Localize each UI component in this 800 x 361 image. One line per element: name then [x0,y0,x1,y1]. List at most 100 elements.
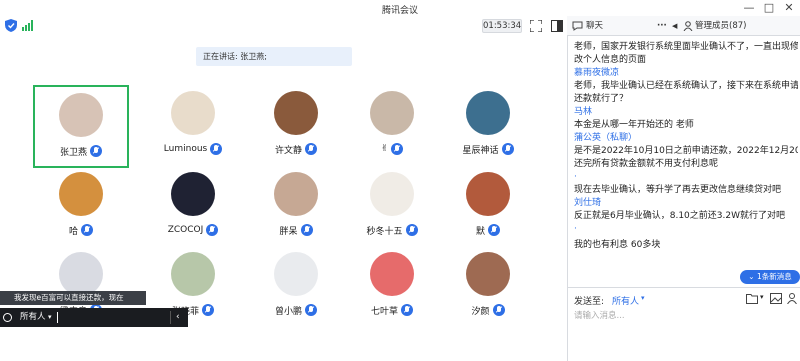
participant-name: 汐颜 [471,306,490,317]
participant-name: 默 [475,226,485,237]
participant-name: ZCOCOJ [167,225,204,235]
microphone-icon [300,224,313,236]
avatar [59,252,103,296]
chat-bubble-icon [572,21,583,31]
members-icon [683,21,693,31]
participant-tile[interactable]: 曾小鹏 [248,246,344,324]
chevron-down-icon[interactable]: ▾ [48,308,52,327]
microphone-icon [492,304,505,316]
participant-name-row: 曾小鹏 [248,303,344,317]
chevron-down-icon: ⌄ [748,272,755,281]
chat-sender: · [574,224,577,234]
participant-name: 七叶草 [370,306,398,317]
minimize-icon[interactable]: — [742,1,756,15]
tab-members[interactable]: 管理成员(87) [695,16,746,36]
avatar [171,91,215,135]
participant-name-row: 默 [440,223,536,237]
image-icon[interactable] [770,293,782,304]
chat-message: 还款就行了？ [574,94,629,104]
participant-name-row: 七叶草 [344,303,440,317]
collapse-icon[interactable]: ‹ [176,308,180,327]
participant-tile[interactable]: Luminous [145,85,241,163]
send-to-select[interactable]: 所有人 [612,294,639,307]
participant-name: 张卫燕 [59,147,87,158]
avatar [466,172,510,216]
participant-tile[interactable]: 胖呆 [248,166,344,244]
layout-icon[interactable] [551,20,563,32]
microphone-icon [305,304,317,316]
avatar [59,93,103,137]
chat-sender: 蒲公英（私聊） [574,133,638,143]
close-icon[interactable]: ✕ [782,1,796,15]
fullscreen-icon[interactable] [530,20,542,32]
participant-name-row: 秒冬十五 [344,223,440,237]
more-options-icon[interactable]: ··· [657,16,667,36]
text-cursor [57,312,58,323]
microphone-icon [90,145,102,157]
shield-icon[interactable] [5,19,17,32]
participant-tile[interactable]: ZCOCOJ [145,166,241,244]
participant-tile[interactable]: 许文静 [248,85,344,163]
participant-name-row: 张卫燕 [33,144,129,158]
participant-name-row: 星辰神话 [440,142,536,156]
microphone-icon [206,224,219,236]
chat-popup-message[interactable]: 我发现e百富可以直接还款，现在 [0,291,146,305]
user-icon[interactable] [787,293,799,304]
maximize-icon[interactable]: □ [762,1,776,15]
chat-popup-bar[interactable]: 所有人 ▾ ‹ [0,308,188,327]
participant-name-row: 哈 [33,223,129,237]
chat-message: 我的也有利息 60多块 [574,240,661,250]
divider [170,311,171,324]
participant-name: Luminous [163,144,208,154]
window-title: 腾讯会议 [381,6,418,16]
avatar [274,91,318,135]
microphone-icon [202,304,214,316]
participant-name-row: ✌ [344,142,440,156]
participant-name: 许文静 [274,145,302,156]
avatar [59,172,103,216]
participant-name: 胖呆 [279,226,298,237]
popup-recipient[interactable]: 所有人 [20,308,46,327]
chevron-down-icon[interactable]: ▾ [641,294,645,302]
chat-composer: 发送至: 所有人 ▾ ▾ 请输入消息... [568,287,800,361]
participant-tile[interactable]: 汐颜 [440,246,536,324]
meeting-window: 腾讯会议 — □ ✕ 01:53:34 正在讲话: 张卫燕; 张卫燕 Lumino… [0,0,800,361]
chat-message: 是不是2022年10月10日之前申请还款，2022年12月20日 [574,146,798,156]
participant-tile[interactable]: 默 [440,166,536,244]
participant-name-row: 胖呆 [248,223,344,237]
avatar [171,252,215,296]
participant-name: 星辰神话 [462,145,499,156]
participant-name-row: 汐颜 [440,303,536,317]
speaking-indicator: 正在讲话: 张卫燕; [196,47,352,66]
chevron-down-icon[interactable]: ▾ [760,293,764,301]
microphone-icon [488,224,500,236]
participant-name: 秒冬十五 [366,226,403,237]
participant-tile[interactable]: 张卫燕 [33,87,129,165]
participant-tile[interactable]: ✌ [344,85,440,163]
message-input[interactable]: 请输入消息... [574,309,625,321]
tab-chat[interactable]: 聊天 [586,16,603,36]
microphone-icon [210,143,223,155]
send-to-label: 发送至: [574,297,605,307]
participant-tile[interactable]: 星辰神话 [440,85,536,163]
participant-name: 曾小鹏 [274,306,302,317]
participant-tile[interactable]: 秒冬十五 [344,166,440,244]
chat-message: 本金是从哪一年开始还的 老师 [574,120,694,130]
participant-name-row: 许文静 [248,142,344,156]
chat-message: 老师，我毕业确认已经在系统确认了，接下来在系统申请 [574,81,798,91]
participant-tile[interactable]: 七叶草 [344,246,440,324]
chevron-left-icon[interactable]: ◀ [672,16,677,36]
chat-message: 现在去毕业确认，等升学了再去更改信息继续贷对吧 [574,185,782,195]
folder-icon[interactable] [746,293,758,304]
avatar [370,172,414,216]
emoji-icon[interactable] [3,313,12,322]
new-messages-label: 1条新消息 [756,272,792,281]
microphone-icon [501,143,514,155]
chat-message: 改个人信息的页面 [574,55,647,65]
avatar [466,252,510,296]
avatar [370,91,414,135]
microphone-icon [391,143,404,155]
signal-icon[interactable] [22,20,34,31]
new-messages-button[interactable]: ⌄ 1条新消息 [740,270,800,284]
participant-tile[interactable]: 哈 [33,166,129,244]
